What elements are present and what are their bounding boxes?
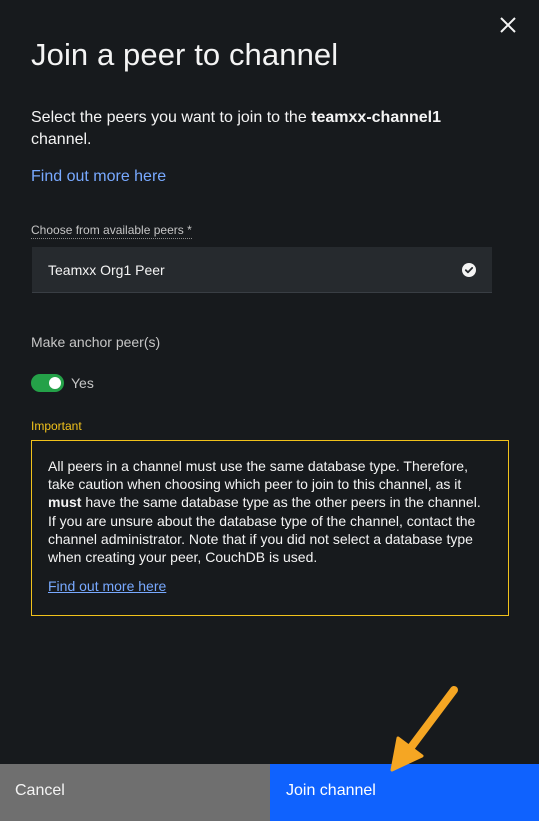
anchor-peer-toggle-text: Yes	[71, 375, 94, 391]
page-title: Join a peer to channel	[31, 37, 339, 72]
description: Select the peers you want to join to the…	[31, 107, 501, 151]
checkmark-filled-icon	[462, 262, 476, 277]
anchor-peer-label: Make anchor peer(s)	[31, 334, 161, 350]
join-peer-side-panel: Join a peer to channel Select the peers …	[0, 0, 539, 821]
close-icon	[500, 17, 516, 33]
important-text-bold: must	[48, 494, 82, 511]
anchor-peer-toggle[interactable]	[31, 374, 64, 392]
important-text: All peers in a channel must use the same…	[48, 457, 492, 566]
important-text-part2: have the same database type as the other…	[48, 494, 481, 566]
find-out-more-link[interactable]: Find out more here	[31, 168, 166, 186]
important-label: Important	[31, 419, 82, 433]
peers-field-label: Choose from available peers *	[31, 223, 192, 239]
cancel-button[interactable]: Cancel	[0, 764, 270, 821]
important-text-part1: All peers in a channel must use the same…	[48, 458, 468, 493]
close-button[interactable]	[493, 10, 523, 40]
peers-select[interactable]: Teamxx Org1 Peer	[32, 247, 492, 293]
anchor-peer-toggle-group: Yes	[31, 374, 94, 392]
description-suffix: channel.	[31, 131, 92, 148]
peers-select-value: Teamxx Org1 Peer	[48, 261, 165, 278]
channel-name: teamxx-channel1	[311, 109, 442, 126]
important-find-out-more-link[interactable]: Find out more here	[48, 578, 166, 594]
arrow-annotation-icon	[390, 686, 458, 772]
important-notice: All peers in a channel must use the same…	[31, 440, 509, 616]
description-prefix: Select the peers you want to join to the	[31, 109, 312, 126]
